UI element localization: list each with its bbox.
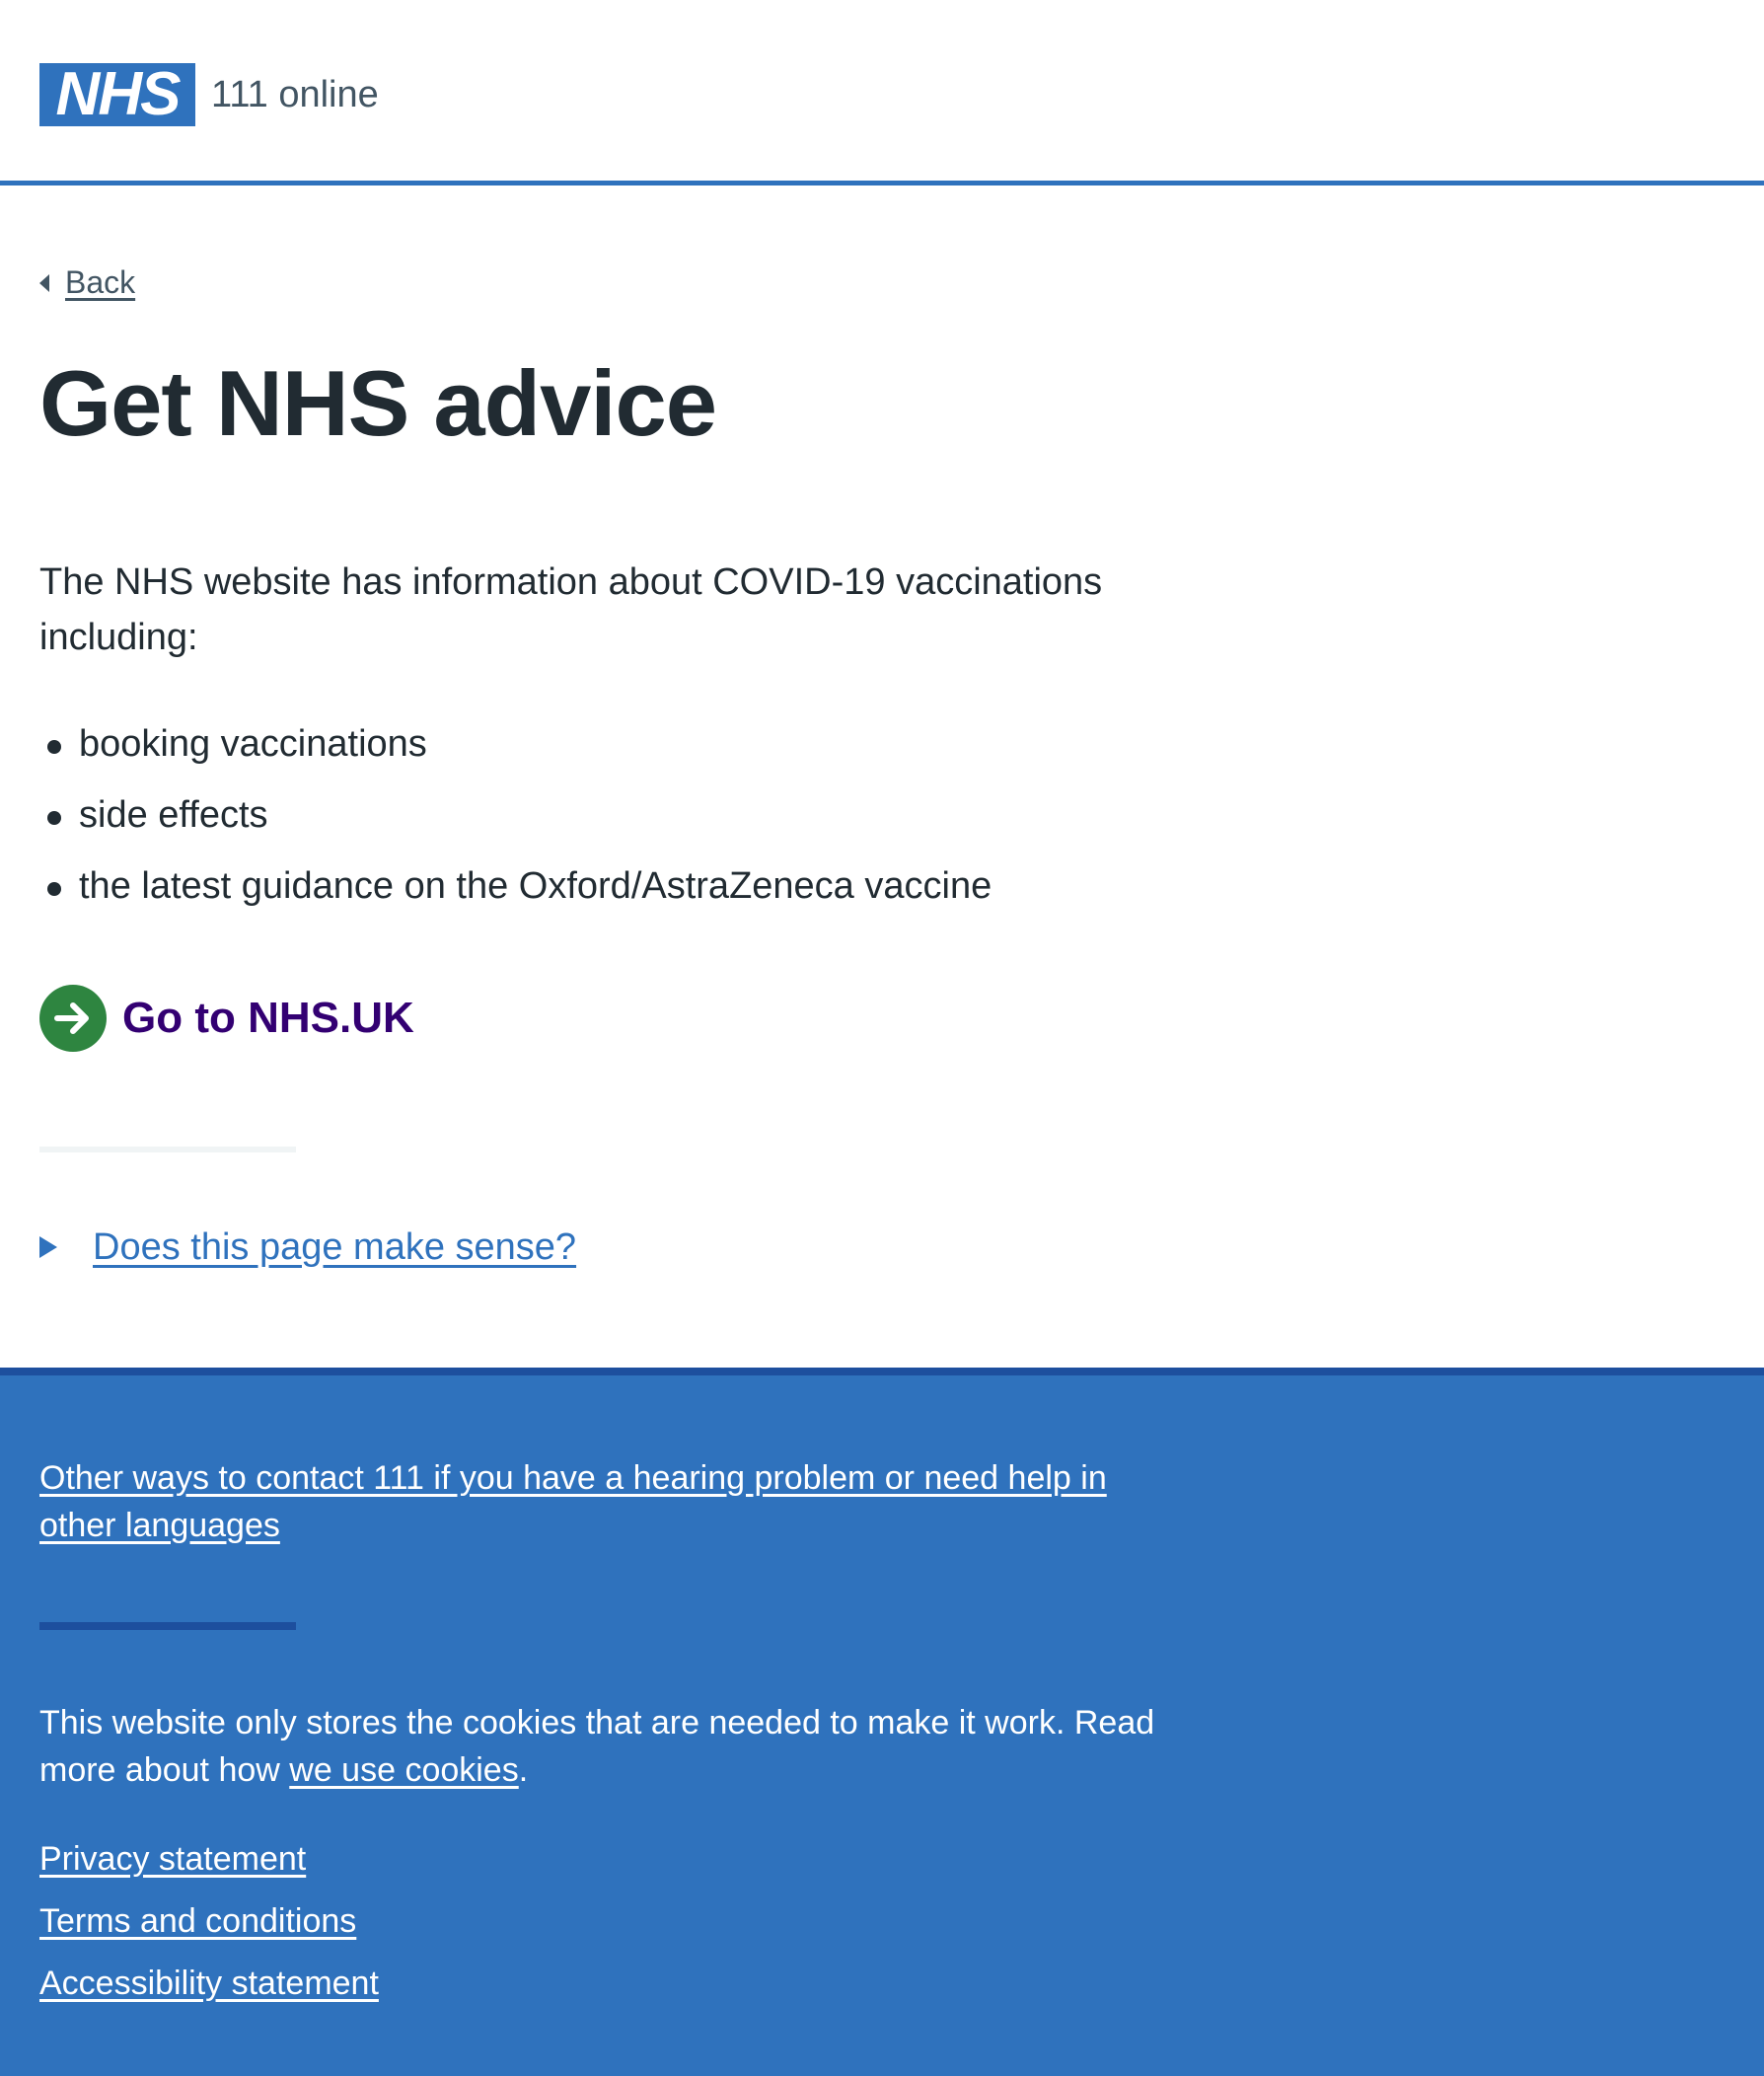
go-to-nhs-uk-link[interactable]: Go to NHS.UK: [39, 985, 414, 1052]
nhs-logo-text: NHS: [55, 60, 182, 128]
accessibility-statement-link[interactable]: Accessibility statement: [39, 1965, 379, 2002]
info-list: booking vaccinations side effects the la…: [39, 708, 992, 922]
site-footer: Other ways to contact 111 if you have a …: [0, 1368, 1764, 2076]
list-item: booking vaccinations: [39, 708, 992, 779]
contact-111-link[interactable]: Other ways to contact 111 if you have a …: [39, 1454, 1135, 1549]
back-link-wrapper[interactable]: Back: [39, 262, 135, 302]
service-name: 111 online: [211, 74, 379, 115]
triangle-right-icon: [39, 1236, 57, 1258]
footer-divider: [39, 1622, 296, 1630]
list-item: side effects: [39, 779, 992, 851]
cookies-end: .: [518, 1751, 529, 1789]
back-link[interactable]: Back: [65, 262, 135, 302]
footer-links: Privacy statement Terms and conditions A…: [39, 1837, 379, 2024]
list-item: the latest guidance on the Oxford/AstraZ…: [39, 851, 992, 922]
feedback-toggle[interactable]: Does this page make sense?: [39, 1223, 576, 1271]
chevron-left-icon: [39, 274, 49, 292]
site-header: NHS 111 online: [0, 0, 1764, 185]
footer-link-item: Privacy statement: [39, 1837, 379, 1881]
arrow-right-circle-icon: [39, 985, 107, 1052]
footer-link-item: Accessibility statement: [39, 1962, 379, 2005]
cookies-text: This website only stores the cookies tha…: [39, 1704, 1155, 1789]
cookies-notice: This website only stores the cookies tha…: [39, 1699, 1164, 1794]
section-divider: [39, 1147, 296, 1152]
intro-text: The NHS website has information about CO…: [39, 561, 1103, 658]
action-link-label: Go to NHS.UK: [122, 994, 414, 1042]
footer-link-item: Terms and conditions: [39, 1899, 379, 1943]
terms-and-conditions-link[interactable]: Terms and conditions: [39, 1902, 356, 1940]
cookies-link[interactable]: we use cookies: [289, 1751, 518, 1789]
nhs-logo[interactable]: NHS: [39, 63, 195, 126]
privacy-statement-link[interactable]: Privacy statement: [39, 1840, 306, 1878]
feedback-link[interactable]: Does this page make sense?: [81, 1223, 576, 1271]
page-title: Get NHS advice: [39, 351, 717, 455]
